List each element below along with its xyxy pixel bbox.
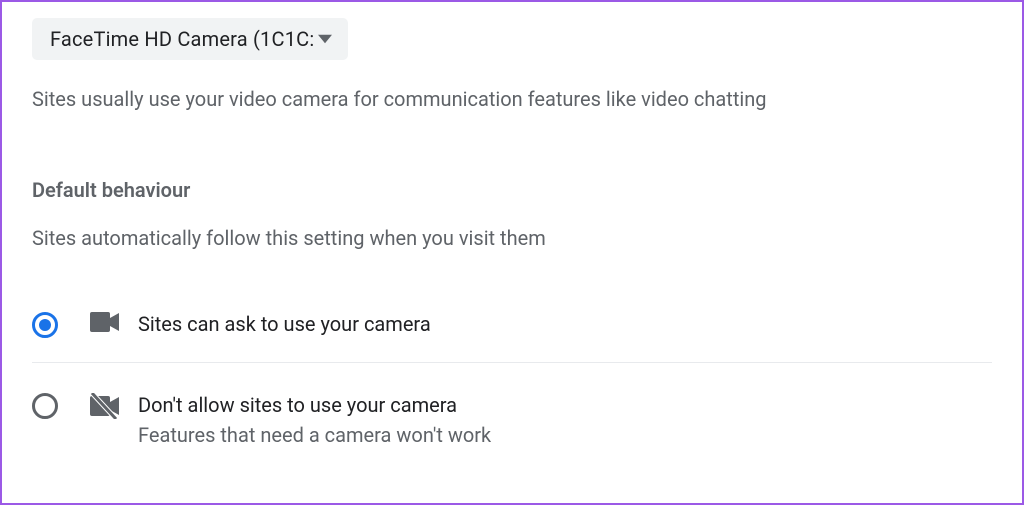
chevron-down-icon bbox=[318, 32, 332, 46]
camera-off-icon bbox=[90, 393, 120, 423]
camera-icon bbox=[90, 312, 120, 338]
option-allow-ask[interactable]: Sites can ask to use your camera bbox=[32, 296, 992, 363]
camera-usage-description: Sites usually use your video camera for … bbox=[32, 84, 992, 114]
option-block-label: Don't allow sites to use your camera bbox=[138, 391, 992, 419]
default-behaviour-subtext: Sites automatically follow this setting … bbox=[32, 226, 992, 250]
camera-select-label: FaceTime HD Camera (1C1C: bbox=[50, 27, 314, 51]
option-block-subtext: Features that need a camera won't work bbox=[138, 421, 992, 449]
option-block[interactable]: Don't allow sites to use your camera Fea… bbox=[32, 363, 992, 463]
camera-select-dropdown[interactable]: FaceTime HD Camera (1C1C: bbox=[32, 18, 348, 60]
radio-allow-ask[interactable] bbox=[32, 312, 58, 338]
default-behaviour-heading: Default behaviour bbox=[32, 178, 992, 202]
option-allow-label: Sites can ask to use your camera bbox=[138, 310, 992, 338]
radio-block[interactable] bbox=[32, 393, 58, 419]
radio-dot bbox=[39, 319, 51, 331]
